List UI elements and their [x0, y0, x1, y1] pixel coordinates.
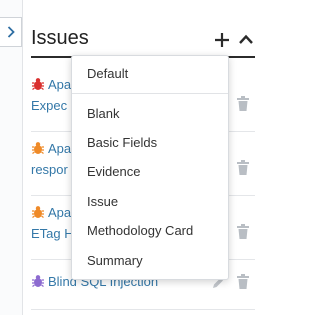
plus-icon[interactable]	[213, 31, 231, 49]
issues-header: Issues	[31, 22, 255, 58]
menu-item-evidence[interactable]: Evidence	[72, 159, 228, 185]
trash-icon[interactable]	[236, 224, 250, 240]
chevron-right-icon	[7, 26, 15, 38]
menu-item-methodology-card[interactable]: Methodology Card	[72, 218, 228, 244]
chevron-up-icon[interactable]	[237, 31, 255, 49]
bug-icon	[32, 142, 44, 154]
issue-title-cont[interactable]: ETag H	[31, 226, 74, 241]
issue-title[interactable]: Apa	[48, 205, 71, 220]
issue-title-cont[interactable]: Expec	[31, 98, 67, 113]
trash-icon[interactable]	[236, 274, 250, 290]
panel-title: Issues	[31, 27, 89, 49]
left-rail	[0, 0, 23, 315]
menu-item-default[interactable]: Default	[72, 61, 228, 87]
issue-title[interactable]: Apa	[48, 77, 71, 92]
add-issue-dropdown: Default Blank Basic Fields Evidence Issu…	[71, 55, 229, 280]
menu-item-blank[interactable]: Blank	[72, 101, 228, 127]
bug-icon	[32, 78, 44, 90]
menu-item-issue[interactable]: Issue	[72, 189, 228, 215]
expand-sidebar-button[interactable]	[0, 17, 22, 47]
issue-title[interactable]: Apa	[48, 141, 71, 156]
trash-icon[interactable]	[236, 96, 250, 112]
menu-item-basic-fields[interactable]: Basic Fields	[72, 130, 228, 156]
menu-divider	[72, 93, 228, 94]
bug-icon	[32, 275, 44, 287]
trash-icon[interactable]	[236, 160, 250, 176]
menu-item-summary[interactable]: Summary	[72, 248, 228, 274]
issue-title-cont[interactable]: respor	[31, 162, 68, 177]
bug-icon	[32, 206, 44, 218]
